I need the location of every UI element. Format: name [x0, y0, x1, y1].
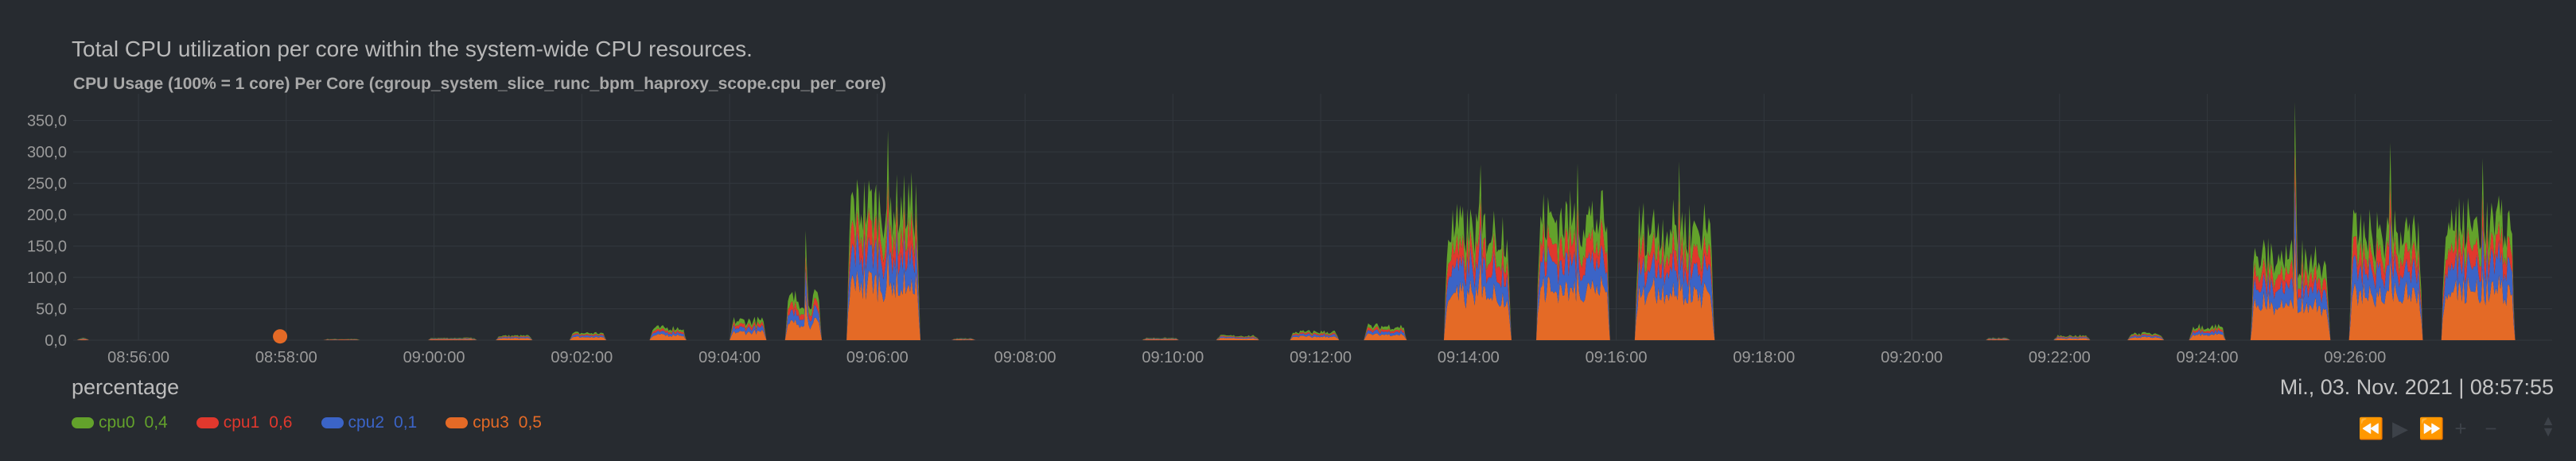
- hover-marker: [273, 329, 288, 344]
- x-tick-label: 09:16:00: [1586, 349, 1648, 366]
- x-tick-label: 09:24:00: [2177, 349, 2239, 366]
- zoom-out-icon[interactable]: −: [2479, 418, 2503, 439]
- x-tick-label: 09:02:00: [551, 349, 613, 366]
- x-tick-label: 09:20:00: [1881, 349, 1943, 366]
- y-tick-label: 350,0: [27, 113, 67, 130]
- y-tick-label: 200,0: [27, 207, 67, 224]
- cpu-area-chart[interactable]: 0,0 50,0 100,0 150,0 200,0 250,0 300,0 350,0 08…: [0, 0, 2576, 374]
- x-tick-label: 08:56:00: [107, 349, 169, 366]
- resize-handle-icon[interactable]: ▲ ▼: [2536, 413, 2560, 439]
- y-tick-label: 300,0: [27, 144, 67, 161]
- legend-value: 0,5: [518, 413, 542, 432]
- x-tick-label: 09:10:00: [1142, 349, 1204, 366]
- chart-nav-controls: ⏪ ▶ ⏩ + −: [2358, 418, 2503, 439]
- y-tick-label: 100,0: [27, 269, 67, 287]
- legend-value: 0,6: [269, 413, 293, 432]
- legend-swatch-cpu0: [72, 417, 94, 428]
- series-area-cpu3: [76, 231, 2516, 340]
- legend-item-cpu3[interactable]: cpu3 0,5: [446, 413, 542, 432]
- zoom-in-icon[interactable]: +: [2449, 418, 2473, 439]
- legend-label: cpu3: [473, 413, 509, 432]
- legend-swatch-cpu3: [446, 417, 469, 428]
- legend-value: 0,4: [144, 413, 168, 432]
- series-area-cpu2: [76, 182, 2516, 340]
- legend-swatch-cpu1: [196, 417, 219, 428]
- legend-item-cpu2[interactable]: cpu2 0,1: [321, 413, 418, 432]
- x-tick-label: 09:06:00: [846, 349, 909, 366]
- y-tick-label: 250,0: [27, 176, 67, 193]
- x-tick-label: 09:04:00: [698, 349, 761, 366]
- x-tick-label: 09:12:00: [1290, 349, 1352, 366]
- x-tick-label: 09:18:00: [1733, 349, 1795, 366]
- units-label: percentage: [72, 375, 180, 399]
- x-axis-ticks: 08:56:00 08:58:00 09:00:00 09:02:00 09:04:00…: [107, 349, 2386, 366]
- hover-point: [273, 329, 288, 344]
- hover-timestamp: Mi., 03. Nov. 2021 | 08:57:55: [2279, 375, 2554, 399]
- x-tick-label: 09:08:00: [994, 349, 1056, 366]
- rewind-icon[interactable]: ⏪: [2358, 418, 2383, 439]
- play-icon[interactable]: ▶: [2388, 418, 2412, 439]
- legend-label: cpu1: [223, 413, 260, 432]
- x-tick-label: 09:00:00: [403, 349, 465, 366]
- x-tick-label: 09:26:00: [2324, 349, 2386, 366]
- stacked-areas: [76, 102, 2516, 340]
- legend-label: cpu0: [99, 413, 135, 432]
- y-tick-label: 50,0: [36, 301, 67, 319]
- fast-forward-icon[interactable]: ⏩: [2418, 418, 2444, 439]
- x-tick-label: 09:22:00: [2029, 349, 2091, 366]
- legend-value: 0,1: [394, 413, 418, 432]
- legend-label: cpu2: [348, 413, 385, 432]
- legend-item-cpu1[interactable]: cpu1 0,6: [196, 413, 293, 432]
- grid-lines: [73, 94, 2552, 341]
- y-tick-label: 150,0: [27, 238, 67, 256]
- legend-item-cpu0[interactable]: cpu0 0,4: [72, 413, 168, 432]
- series-area-cpu0: [76, 102, 2516, 340]
- legend-swatch-cpu2: [321, 417, 344, 428]
- y-axis-ticks: 0,0 50,0 100,0 150,0 200,0 250,0 300,0 350,0: [27, 113, 67, 350]
- legend: cpu0 0,4 cpu1 0,6 cpu2 0,1 cpu3 0,5: [72, 413, 542, 432]
- y-tick-label: 0,0: [45, 332, 67, 350]
- x-tick-label: 08:58:00: [255, 349, 317, 366]
- x-tick-label: 09:14:00: [1438, 349, 1500, 366]
- series-area-cpu1: [76, 145, 2516, 340]
